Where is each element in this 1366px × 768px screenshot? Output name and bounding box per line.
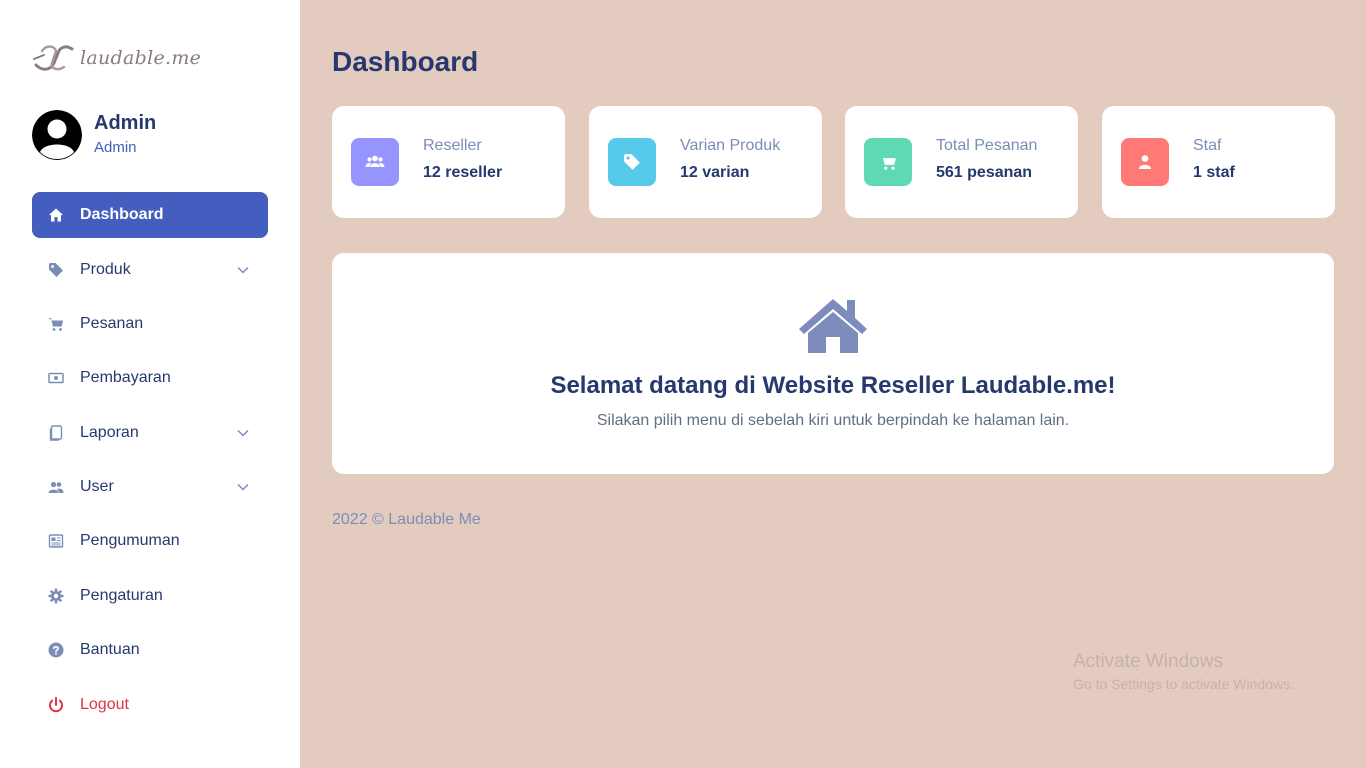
power-icon: [48, 697, 64, 713]
sidebar-item-label: Produk: [80, 261, 131, 278]
files-icon: [48, 425, 64, 441]
sidebar: laudable.me Admin Admin Dashboard Produk…: [0, 0, 300, 768]
chevron-down-icon: [237, 483, 249, 491]
welcome-subtitle: Silakan pilih menu di sebelah kiri untuk…: [596, 412, 1070, 429]
sidebar-item-laporan[interactable]: Laporan: [32, 410, 268, 456]
sidebar-item-pengaturan[interactable]: Pengaturan: [32, 573, 268, 619]
profile-name: Admin: [94, 112, 157, 134]
logo-text: laudable.me: [80, 47, 202, 69]
page-title: Dashboard: [332, 46, 479, 77]
sidebar-item-dashboard[interactable]: Dashboard: [32, 192, 268, 238]
sidebar-item-bantuan[interactable]: Bantuan: [32, 627, 268, 673]
person-circle-icon: [32, 110, 82, 160]
sidebar-item-label: Pembayaran: [80, 369, 171, 386]
footer-copyright: 2022 © Laudable Me: [332, 511, 481, 528]
logo-mark-icon: [33, 45, 74, 71]
sidebar-item-label: Pengumuman: [80, 532, 180, 549]
sidebar-item-produk[interactable]: Produk: [32, 247, 268, 293]
stat-card-staf: Staf 1 staf: [1102, 106, 1335, 218]
house-icon: [48, 207, 64, 223]
tag-icon: [624, 154, 640, 170]
people-icon: [48, 479, 64, 495]
stat-label: Staf: [1193, 137, 1222, 154]
stat-card-total-pesanan: Total Pesanan 561 pesanan: [845, 106, 1078, 218]
brand-logo[interactable]: laudable.me: [32, 40, 201, 76]
chevron-down-icon: [237, 266, 249, 274]
stat-icon-box: [1121, 138, 1169, 186]
sidebar-item-pesanan[interactable]: Pesanan: [32, 301, 268, 347]
watermark-subtitle: Go to Settings to activate Windows.: [1073, 676, 1294, 692]
sidebar-item-label: User: [80, 478, 114, 495]
stat-label: Reseller: [423, 137, 482, 154]
cart-icon: [48, 316, 64, 332]
stat-value: 12 reseller: [423, 164, 503, 181]
sidebar-item-label: Pengaturan: [80, 587, 163, 604]
stat-label: Total Pesanan: [936, 137, 1038, 154]
avatar: [32, 110, 82, 160]
person-icon: [1139, 155, 1151, 169]
welcome-title: Selamat datang di Website Reseller Lauda…: [550, 372, 1116, 399]
sidebar-item-label: Pesanan: [80, 315, 144, 332]
stat-icon-box: [864, 138, 912, 186]
sidebar-item-label: Dashboard: [80, 206, 164, 223]
gear-icon: [48, 588, 64, 604]
people-icon: [365, 155, 385, 167]
watermark-title: Activate Windows: [1073, 651, 1223, 672]
house-icon: [799, 299, 867, 353]
stat-card-varian-produk: Varian Produk 12 varian: [589, 106, 822, 218]
stat-value: 12 varian: [680, 164, 750, 181]
stat-icon-box: [608, 138, 656, 186]
welcome-card: Selamat datang di Website Reseller Lauda…: [332, 253, 1334, 474]
cash-icon: [48, 370, 64, 386]
sidebar-item-pengumuman[interactable]: Pengumuman: [32, 518, 268, 564]
sidebar-item-logout[interactable]: Logout: [32, 682, 268, 728]
stat-value: 1 staf: [1193, 164, 1235, 181]
sidebar-item-label: Bantuan: [80, 641, 140, 658]
chevron-down-icon: [237, 429, 249, 437]
question-circle-icon: [48, 642, 64, 658]
sidebar-item-pembayaran[interactable]: Pembayaran: [32, 355, 268, 401]
stat-icon-box: [351, 138, 399, 186]
sidebar-item-label: Logout: [80, 696, 129, 713]
tag-icon: [48, 262, 64, 278]
stat-label: Varian Produk: [680, 137, 781, 154]
sidebar-item-label: Laporan: [80, 424, 139, 441]
stat-card-reseller: Reseller 12 reseller: [332, 106, 565, 218]
sidebar-item-user[interactable]: User: [32, 464, 268, 510]
stat-value: 561 pesanan: [936, 164, 1033, 181]
newspaper-icon: [48, 533, 64, 549]
windows-activation-watermark: Activate Windows Go to Settings to activ…: [1073, 651, 1294, 695]
cart-icon: [879, 155, 896, 170]
user-profile: Admin Admin: [32, 110, 156, 160]
profile-role: Admin: [94, 139, 137, 156]
